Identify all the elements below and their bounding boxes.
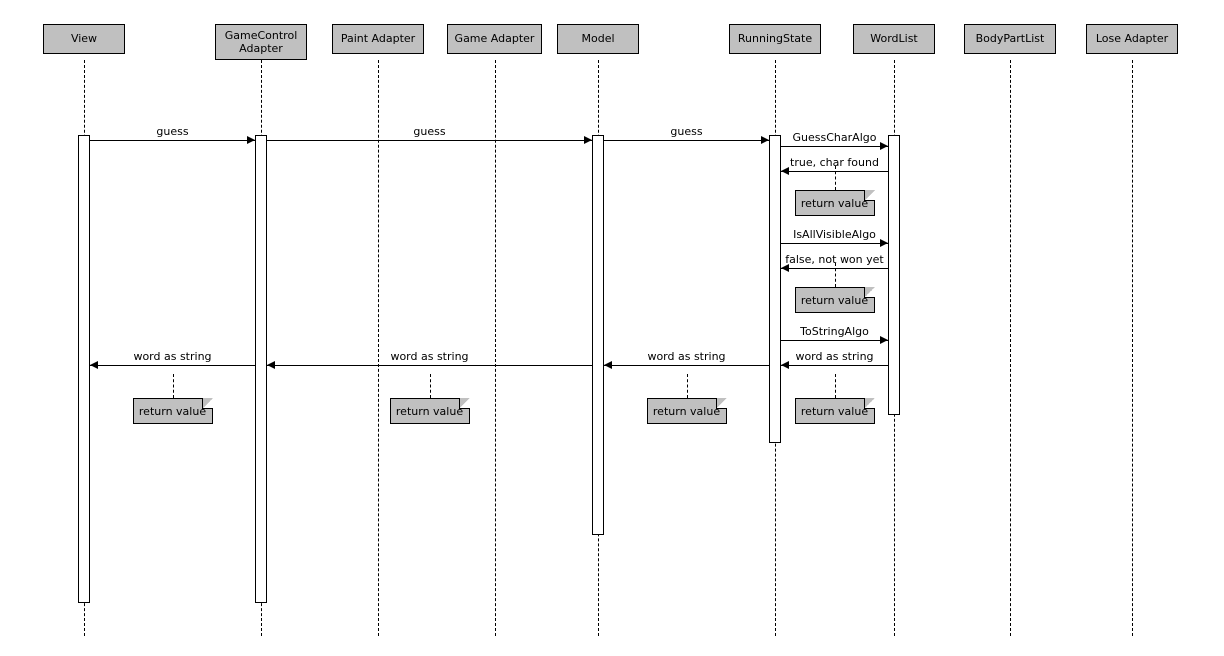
message-line [604,140,769,141]
message-line [90,365,255,366]
message-label: guess [627,125,747,138]
message-arrow [584,136,592,144]
activation-model [592,135,604,535]
message-label: word as string [775,350,895,363]
note-connector [173,374,174,398]
message-label: word as string [370,350,490,363]
message-arrow [90,361,98,369]
message-line [781,146,888,147]
message-label: GuessCharAlgo [775,131,895,144]
note-return-value: return value [133,398,213,424]
message-line [267,140,592,141]
message-line [781,365,888,366]
message-label: word as string [627,350,747,363]
message-label: ToStringAlgo [775,325,895,338]
message-line [781,243,888,244]
note-return-value: return value [795,287,875,313]
message-line [781,340,888,341]
participant-view: View [43,24,125,54]
participant-bodypart: BodyPartList [964,24,1056,54]
participant-gameadapter: Game Adapter [447,24,542,54]
message-line [604,365,769,366]
note-return-value: return value [795,190,875,216]
note-return-value: return value [647,398,727,424]
lifeline-loseadapter [1132,60,1133,636]
participant-running: RunningState [729,24,821,54]
message-label: guess [370,125,490,138]
participant-paint: Paint Adapter [332,24,424,54]
activation-wordlist [888,135,900,415]
lifeline-gameadapter [495,60,496,636]
activation-gamecontrol [255,135,267,603]
message-label: IsAllVisibleAlgo [775,228,895,241]
message-arrow [761,136,769,144]
note-return-value: return value [390,398,470,424]
participant-model: Model [557,24,639,54]
lifeline-bodypart [1010,60,1011,636]
activation-view [78,135,90,603]
message-arrow [247,136,255,144]
participant-gamecontrol: GameControlAdapter [215,24,307,60]
note-connector [687,374,688,398]
participant-loseadapter: Lose Adapter [1086,24,1178,54]
message-arrow [267,361,275,369]
participant-wordlist: WordList [853,24,935,54]
activation-running [769,135,781,443]
message-line [267,365,592,366]
note-connector [835,263,836,287]
message-label: guess [113,125,233,138]
note-return-value: return value [795,398,875,424]
message-arrow [604,361,612,369]
lifeline-paint [378,60,379,636]
message-line [90,140,255,141]
note-connector [835,166,836,190]
note-connector [835,374,836,398]
message-label: word as string [113,350,233,363]
note-connector [430,374,431,398]
